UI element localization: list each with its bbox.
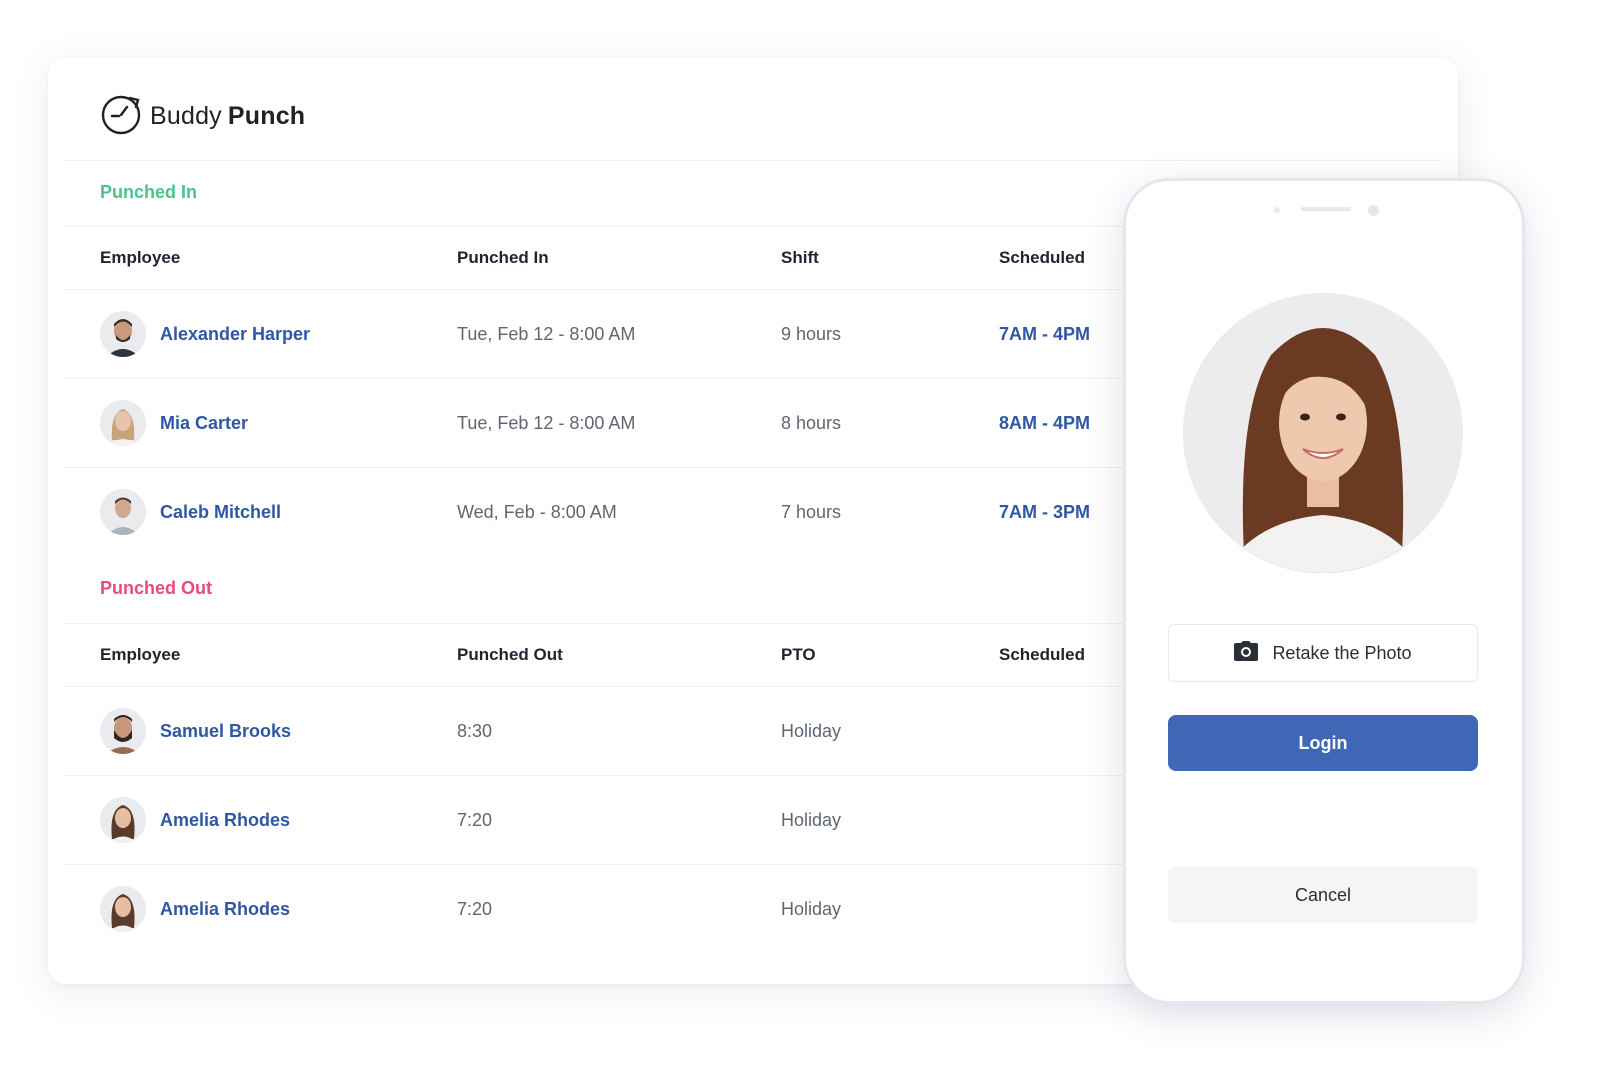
employee-name-link[interactable]: Amelia Rhodes bbox=[160, 810, 290, 831]
retake-photo-button[interactable]: Retake the Photo bbox=[1168, 624, 1478, 682]
avatar bbox=[100, 886, 146, 932]
table-row: Samuel Brooks 8:30 Holiday bbox=[64, 686, 1184, 775]
avatar bbox=[100, 489, 146, 535]
column-header: Punched Out bbox=[457, 645, 563, 664]
shift-length: 9 hours bbox=[781, 323, 842, 344]
table-row: Mia Carter Tue, Feb 12 - 8:00 AM 8 hours… bbox=[64, 378, 1184, 467]
employee-name-link[interactable]: Mia Carter bbox=[160, 413, 248, 434]
table-row: Alexander Harper Tue, Feb 12 - 8:00 AM 9… bbox=[64, 289, 1184, 378]
pto-type: Holiday bbox=[781, 720, 842, 741]
pto-type: Holiday bbox=[781, 898, 842, 919]
column-header: Employee bbox=[100, 645, 181, 664]
avatar bbox=[100, 311, 146, 357]
punched-out-table: Employee Punched Out PTO Scheduled Samue… bbox=[64, 623, 1184, 953]
punch-time: Tue, Feb 12 - 8:00 AM bbox=[457, 412, 636, 433]
phone-mockup: Retake the Photo Login Cancel bbox=[1123, 178, 1525, 1004]
captured-photo bbox=[1183, 293, 1463, 573]
employee-name-link[interactable]: Caleb Mitchell bbox=[160, 502, 281, 523]
punch-time: 7:20 bbox=[457, 898, 493, 919]
retake-photo-label: Retake the Photo bbox=[1272, 642, 1412, 663]
employee-name-link[interactable]: Alexander Harper bbox=[160, 324, 310, 345]
scheduled-time: 7AM - 3PM bbox=[999, 501, 1091, 522]
table-row: Amelia Rhodes 7:20 Holiday bbox=[64, 775, 1184, 864]
punch-time: 8:30 bbox=[457, 720, 493, 741]
employee-name-link[interactable]: Amelia Rhodes bbox=[160, 899, 290, 920]
column-header: Punched In bbox=[457, 248, 549, 267]
pto-type: Holiday bbox=[781, 809, 842, 830]
column-header: Shift bbox=[781, 248, 819, 267]
avatar bbox=[100, 708, 146, 754]
punched-in-table: Employee Punched In Shift Scheduled Alex… bbox=[64, 226, 1184, 556]
camera-icon bbox=[1234, 640, 1259, 666]
avatar bbox=[100, 400, 146, 446]
punched-out-title: Punched Out bbox=[100, 578, 212, 598]
table-header: Employee Punched In Shift Scheduled bbox=[64, 226, 1184, 289]
punched-in-title: Punched In bbox=[100, 182, 198, 202]
brand-logo: Buddy Punch bbox=[100, 94, 305, 138]
column-header: PTO bbox=[781, 645, 816, 664]
punch-time: Wed, Feb - 8:00 AM bbox=[457, 501, 617, 522]
phone-sensor bbox=[1274, 207, 1280, 213]
cancel-button[interactable]: Cancel bbox=[1168, 867, 1478, 923]
shift-length: 7 hours bbox=[781, 501, 842, 522]
column-header: Scheduled bbox=[999, 645, 1085, 664]
scheduled-time: 7AM - 4PM bbox=[999, 323, 1091, 344]
table-header: Employee Punched Out PTO Scheduled bbox=[64, 623, 1184, 686]
scheduled-time: 8AM - 4PM bbox=[999, 412, 1091, 433]
stopwatch-icon bbox=[100, 92, 144, 141]
login-button[interactable]: Login bbox=[1168, 715, 1478, 771]
header-divider bbox=[64, 160, 1442, 161]
punch-time: 7:20 bbox=[457, 809, 493, 830]
punch-time: Tue, Feb 12 - 8:00 AM bbox=[457, 323, 636, 344]
column-header: Scheduled bbox=[999, 248, 1085, 267]
phone-front-camera bbox=[1368, 205, 1379, 216]
column-header: Employee bbox=[100, 248, 181, 267]
shift-length: 8 hours bbox=[781, 412, 842, 433]
table-row: Amelia Rhodes 7:20 Holiday bbox=[64, 864, 1184, 953]
phone-speaker bbox=[1301, 207, 1351, 211]
avatar bbox=[100, 797, 146, 843]
brand-name: Buddy Punch bbox=[150, 101, 306, 130]
employee-name-link[interactable]: Samuel Brooks bbox=[160, 721, 291, 742]
table-row: Caleb Mitchell Wed, Feb - 8:00 AM 7 hour… bbox=[64, 467, 1184, 556]
